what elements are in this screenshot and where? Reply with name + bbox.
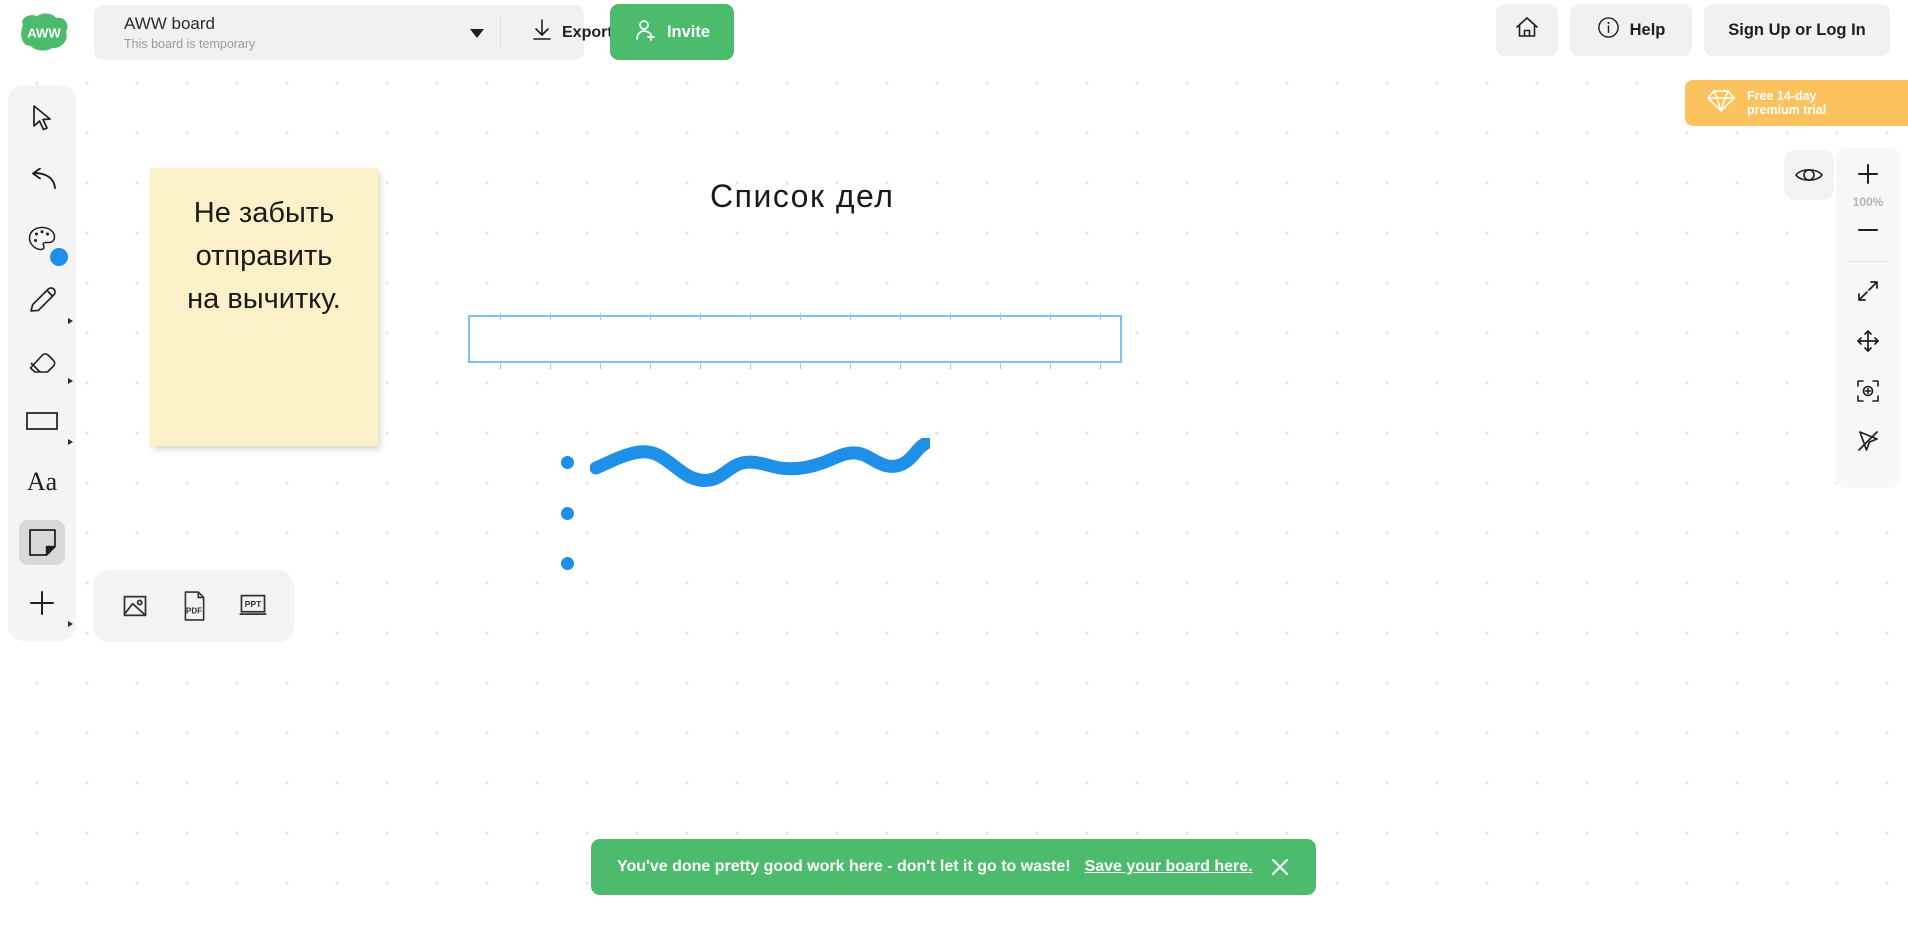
toolbar-divider xyxy=(1848,261,1888,262)
palette-icon xyxy=(28,226,56,251)
pencil-icon xyxy=(29,287,56,313)
left-tool-palette: Aa xyxy=(8,85,76,641)
zoom-in-button[interactable] xyxy=(1845,154,1891,194)
sticky-note-icon xyxy=(28,529,56,556)
plus-icon xyxy=(1858,164,1878,184)
premium-line-1: Free 14-day xyxy=(1747,88,1817,103)
chevron-down-icon[interactable] xyxy=(469,25,485,41)
undo-tool[interactable] xyxy=(19,156,65,202)
select-tool[interactable] xyxy=(19,95,65,141)
diamond-icon xyxy=(1707,89,1735,118)
home-icon xyxy=(1515,16,1539,44)
upload-pdf-button[interactable]: PDF xyxy=(171,583,217,629)
sign-up-log-in-button[interactable]: Sign Up or Log In xyxy=(1704,4,1890,56)
aww-logo[interactable]: AWW xyxy=(16,10,72,54)
eraser-icon xyxy=(29,352,55,373)
upload-ppt-button[interactable]: PPT xyxy=(230,583,276,629)
board-title: AWW board xyxy=(124,14,216,33)
toast-close-button[interactable] xyxy=(1270,857,1290,877)
text-aa-icon: Aa xyxy=(26,466,58,496)
expand-arrows-icon xyxy=(1858,281,1878,301)
sticky-note[interactable]: Не забыть отправить на вычитку. xyxy=(150,168,378,446)
fit-to-screen-tool[interactable] xyxy=(1845,371,1891,411)
home-button[interactable] xyxy=(1496,4,1558,56)
sticky-note-text: Не забыть отправить на вычитку. xyxy=(187,197,341,315)
crossed-pointer-icon xyxy=(1858,431,1878,451)
sticky-note-tool[interactable] xyxy=(19,519,65,566)
eraser-tool[interactable] xyxy=(19,338,73,385)
color-palette-tool[interactable] xyxy=(19,216,68,267)
pill-divider xyxy=(500,17,501,49)
premium-trial-banner[interactable]: Free 14-day premium trial xyxy=(1685,80,1908,126)
zoom-out-button[interactable] xyxy=(1845,210,1891,250)
undo-arrow-icon xyxy=(32,167,56,189)
eye-icon xyxy=(1795,168,1823,182)
help-label: Help xyxy=(1629,20,1666,39)
toast-message: You've done pretty good work here - don'… xyxy=(617,858,1071,875)
board-meta[interactable]: AWW board This board is temporary xyxy=(124,13,404,53)
board-subtitle: This board is temporary xyxy=(124,37,256,51)
minus-icon xyxy=(1858,229,1878,231)
fullscreen-tool[interactable] xyxy=(1845,271,1891,311)
chevron-expand-icon xyxy=(68,317,73,324)
right-view-toolbar: 100% xyxy=(1836,148,1900,488)
save-board-toast: You've done pretty good work here - don'… xyxy=(591,839,1316,895)
pan-tool[interactable] xyxy=(1845,321,1891,361)
board-info-pill: AWW board This board is temporary Export… xyxy=(94,5,662,60)
cursor-arrow-icon xyxy=(33,104,51,131)
svg-text:PDF: PDF xyxy=(185,607,201,616)
bullet-point-2[interactable] xyxy=(561,507,574,520)
shape-tool[interactable] xyxy=(19,398,73,446)
canvas-text-box[interactable] xyxy=(468,313,1124,369)
bullet-point-3[interactable] xyxy=(561,557,574,570)
textbox-top-ticks xyxy=(470,313,1124,320)
current-color-swatch xyxy=(50,248,68,267)
chevron-expand-icon xyxy=(68,439,73,446)
add-more-tool[interactable] xyxy=(19,580,73,628)
laser-pointer-tool[interactable] xyxy=(1845,421,1891,461)
svg-text:AWW: AWW xyxy=(27,25,61,40)
download-icon xyxy=(532,19,552,46)
textbox-bottom-ticks xyxy=(470,362,1124,369)
close-icon xyxy=(1272,859,1288,875)
text-tool[interactable]: Aa xyxy=(19,459,65,505)
invite-label: Invite xyxy=(666,22,711,41)
invite-button[interactable]: Invite xyxy=(610,4,734,60)
move-cross-arrows-icon xyxy=(1857,330,1879,352)
bullet-point-1[interactable] xyxy=(561,456,574,469)
upload-image-button[interactable] xyxy=(112,583,158,629)
sign-up-log-in-label: Sign Up or Log In xyxy=(1728,20,1866,39)
canvas-heading[interactable]: Список дел xyxy=(710,178,894,215)
svg-text:PPT: PPT xyxy=(244,599,262,609)
app-root: Не забыть отправить на вычитку. Список д… xyxy=(0,0,1908,927)
zoom-level-label: 100% xyxy=(1852,195,1884,209)
top-header-bar: AWW AWW board This board is temporary Ex… xyxy=(0,0,1908,64)
premium-line-2: premium trial xyxy=(1747,103,1827,117)
pencil-tool[interactable] xyxy=(19,277,73,324)
info-circle-icon xyxy=(1597,16,1620,44)
file-upload-panel: PDF PPT xyxy=(93,570,294,642)
help-button[interactable]: Help xyxy=(1570,4,1692,56)
chevron-expand-icon xyxy=(68,621,73,628)
plus-icon xyxy=(30,591,54,616)
visibility-toggle-button[interactable] xyxy=(1784,150,1834,200)
whiteboard-canvas[interactable] xyxy=(0,0,1908,927)
rectangle-icon xyxy=(26,412,58,431)
premium-trial-text: Free 14-day premium trial xyxy=(1747,89,1826,118)
chevron-expand-icon xyxy=(68,378,73,385)
wavy-line-drawing[interactable] xyxy=(590,438,930,508)
frame-plus-icon xyxy=(1857,380,1879,402)
add-user-icon xyxy=(634,18,658,47)
save-board-link[interactable]: Save your board here. xyxy=(1085,858,1253,876)
